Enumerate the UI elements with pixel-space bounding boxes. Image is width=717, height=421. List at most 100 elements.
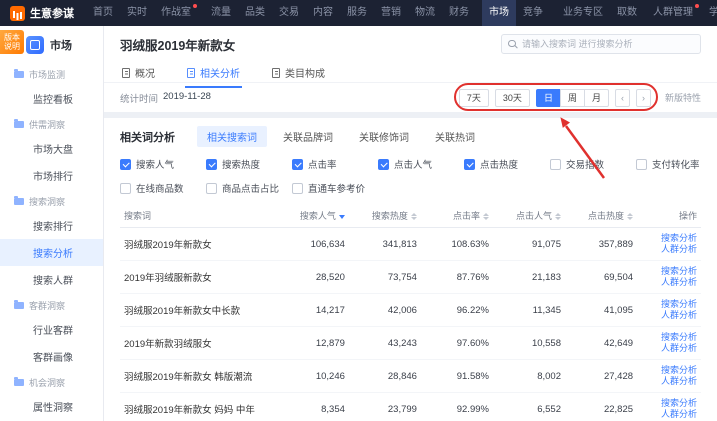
filter-label: 点击热度 <box>480 157 518 171</box>
filter-label: 搜索热度 <box>222 157 260 171</box>
column-click-heat[interactable]: 点击热度 <box>565 204 637 228</box>
audience-analysis-link[interactable]: 人群分析 <box>641 310 697 321</box>
nav-item-war-room[interactable]: 作战室 <box>154 0 198 26</box>
filter-search-heat[interactable]: 搜索热度 <box>206 157 284 171</box>
filter-click-heat[interactable]: 点击热度 <box>464 157 542 171</box>
audience-analysis-link[interactable]: 人群分析 <box>641 409 697 420</box>
filter-item-click-share[interactable]: 商品点击占比 <box>206 181 284 195</box>
audience-analysis-link[interactable]: 人群分析 <box>641 277 697 288</box>
search-analysis-link[interactable]: 搜索分析 <box>641 398 697 409</box>
checkbox-icon <box>120 183 131 194</box>
audience-analysis-link[interactable]: 人群分析 <box>641 244 697 255</box>
sidebar-item-audience-profile[interactable]: 客群画像 <box>0 343 103 370</box>
subtab-modifier-words[interactable]: 关联修饰词 <box>349 126 419 147</box>
nav-item-audience-mgmt[interactable]: 人群管理 <box>646 0 700 26</box>
tab-label: 相关分析 <box>200 65 240 80</box>
column-search-heat[interactable]: 搜索热度 <box>349 204 421 228</box>
search-analysis-link[interactable]: 搜索分析 <box>641 299 697 310</box>
search-input[interactable] <box>522 39 694 49</box>
sidebar-section-opportunity-insight: 机会洞察 <box>0 370 103 393</box>
sidebar-item-industry-audience[interactable]: 行业客群 <box>0 316 103 343</box>
audience-analysis-link[interactable]: 人群分析 <box>641 376 697 387</box>
nav-item-logistics[interactable]: 物流 <box>408 0 442 26</box>
value-cell: 73,754 <box>349 261 421 294</box>
column-actions: 操作 <box>637 204 701 228</box>
filter-pay-conversion[interactable]: 支付转化率 <box>636 157 714 171</box>
nav-item-marketing[interactable]: 营销 <box>374 0 408 26</box>
brand[interactable]: 生意参谋 <box>10 5 74 21</box>
nav-item-finance[interactable]: 财务 <box>442 0 476 26</box>
nav-item-compete[interactable]: 竞争 <box>516 0 550 26</box>
filter-trade-index[interactable]: 交易指数 <box>550 157 628 171</box>
search-analysis-link[interactable]: 搜索分析 <box>641 266 697 277</box>
column-search-popularity[interactable]: 搜索人气 <box>277 204 349 228</box>
tab-related-analysis[interactable]: 相关分析 <box>185 60 242 88</box>
subtab-related-search-words[interactable]: 相关搜索词 <box>197 126 267 147</box>
value-cell: 106,634 <box>277 228 349 261</box>
sidebar-item-search-ranking[interactable]: 搜索排行 <box>0 212 103 239</box>
range-30d-button[interactable]: 30天 <box>495 89 530 107</box>
checkbox-icon <box>464 159 475 170</box>
value-cell: 12,879 <box>277 327 349 360</box>
nav-item-traffic[interactable]: 流量 <box>204 0 238 26</box>
sidebar-item-search-audience[interactable]: 搜索人群 <box>0 266 103 293</box>
version-ribbon[interactable]: 版本 说明 <box>0 30 24 54</box>
stat-date: 2019-11-28 <box>163 91 211 105</box>
nav-item-trade[interactable]: 交易 <box>272 0 306 26</box>
folder-icon <box>14 302 24 309</box>
sidebar-item-attribute-insight[interactable]: 属性洞察 <box>0 393 103 420</box>
audience-analysis-link[interactable]: 人群分析 <box>641 343 697 354</box>
sidebar-item-monitor-board[interactable]: 监控看板 <box>0 85 103 112</box>
nav-item-academy[interactable]: 学院 <box>702 0 717 26</box>
nav-item-category[interactable]: 品类 <box>238 0 272 26</box>
value-cell: 97.60% <box>421 327 493 360</box>
stat-time-label: 统计时间 <box>120 91 158 105</box>
navbar-right: 取数 人群管理 学院 完结 <box>610 0 717 28</box>
search-box[interactable] <box>501 34 701 54</box>
subtab-hot-words[interactable]: 关联热词 <box>425 126 485 147</box>
column-click-rate[interactable]: 点击率 <box>421 204 493 228</box>
search-analysis-link[interactable]: 搜索分析 <box>641 332 697 343</box>
value-cell: 23,799 <box>349 393 421 421</box>
filter-search-popularity[interactable]: 搜索人气 <box>120 157 198 171</box>
nav-item-label: 人群管理 <box>653 7 693 18</box>
search-term-cell: 2019年新款羽绒服女 <box>120 327 277 360</box>
granularity-month-button[interactable]: 月 <box>584 89 609 107</box>
filter-online-items[interactable]: 在线商品数 <box>120 181 198 195</box>
search-analysis-link[interactable]: 搜索分析 <box>641 233 697 244</box>
nav-item-market[interactable]: 市场 <box>482 0 516 26</box>
sidebar-item-market-ranking[interactable]: 市场排行 <box>0 162 103 189</box>
search-analysis-link[interactable]: 搜索分析 <box>641 365 697 376</box>
nav-item-content[interactable]: 内容 <box>306 0 340 26</box>
sidebar-section-supply-demand: 供需洞察 <box>0 112 103 135</box>
filter-label: 支付转化率 <box>652 157 700 171</box>
actions-cell: 搜索分析人群分析 <box>637 327 701 360</box>
nav-item-realtime[interactable]: 实时 <box>120 0 154 26</box>
actions-cell: 搜索分析人群分析 <box>637 393 701 421</box>
tab-category-composition[interactable]: 类目构成 <box>270 60 327 88</box>
sidebar-item-search-analysis[interactable]: 搜索分析 <box>0 239 103 266</box>
new-version-link[interactable]: 新版特性 <box>665 91 701 104</box>
sort-icon <box>483 213 489 220</box>
filter-ztc-reference-price[interactable]: 直通车参考价 <box>292 181 370 195</box>
nav-item-data-extract[interactable]: 取数 <box>610 0 644 26</box>
document-icon <box>122 68 130 78</box>
nav-item-service[interactable]: 服务 <box>340 0 374 26</box>
filter-click-popularity[interactable]: 点击人气 <box>378 157 456 171</box>
column-search-term[interactable]: 搜索词 <box>120 204 277 228</box>
subtab-brand-words[interactable]: 关联品牌词 <box>273 126 343 147</box>
range-7d-button[interactable]: 7天 <box>459 89 489 107</box>
column-click-popularity[interactable]: 点击人气 <box>493 204 565 228</box>
nav-item-business-zone[interactable]: 业务专区 <box>556 0 610 26</box>
next-date-button[interactable]: › <box>636 89 651 107</box>
prev-date-button[interactable]: ‹ <box>615 89 630 107</box>
sidebar-item-market-overview[interactable]: 市场大盘 <box>0 135 103 162</box>
granularity-week-button[interactable]: 周 <box>560 89 585 107</box>
nav-item-home[interactable]: 首页 <box>86 0 120 26</box>
filter-click-rate[interactable]: 点击率 <box>292 157 370 171</box>
page-title: 羽绒服2019年新款女 <box>120 35 235 54</box>
brand-name: 生意参谋 <box>30 5 74 21</box>
granularity-segment: 日 周 月 <box>536 89 609 107</box>
granularity-day-button[interactable]: 日 <box>536 89 561 107</box>
tab-overview[interactable]: 概况 <box>120 60 157 88</box>
